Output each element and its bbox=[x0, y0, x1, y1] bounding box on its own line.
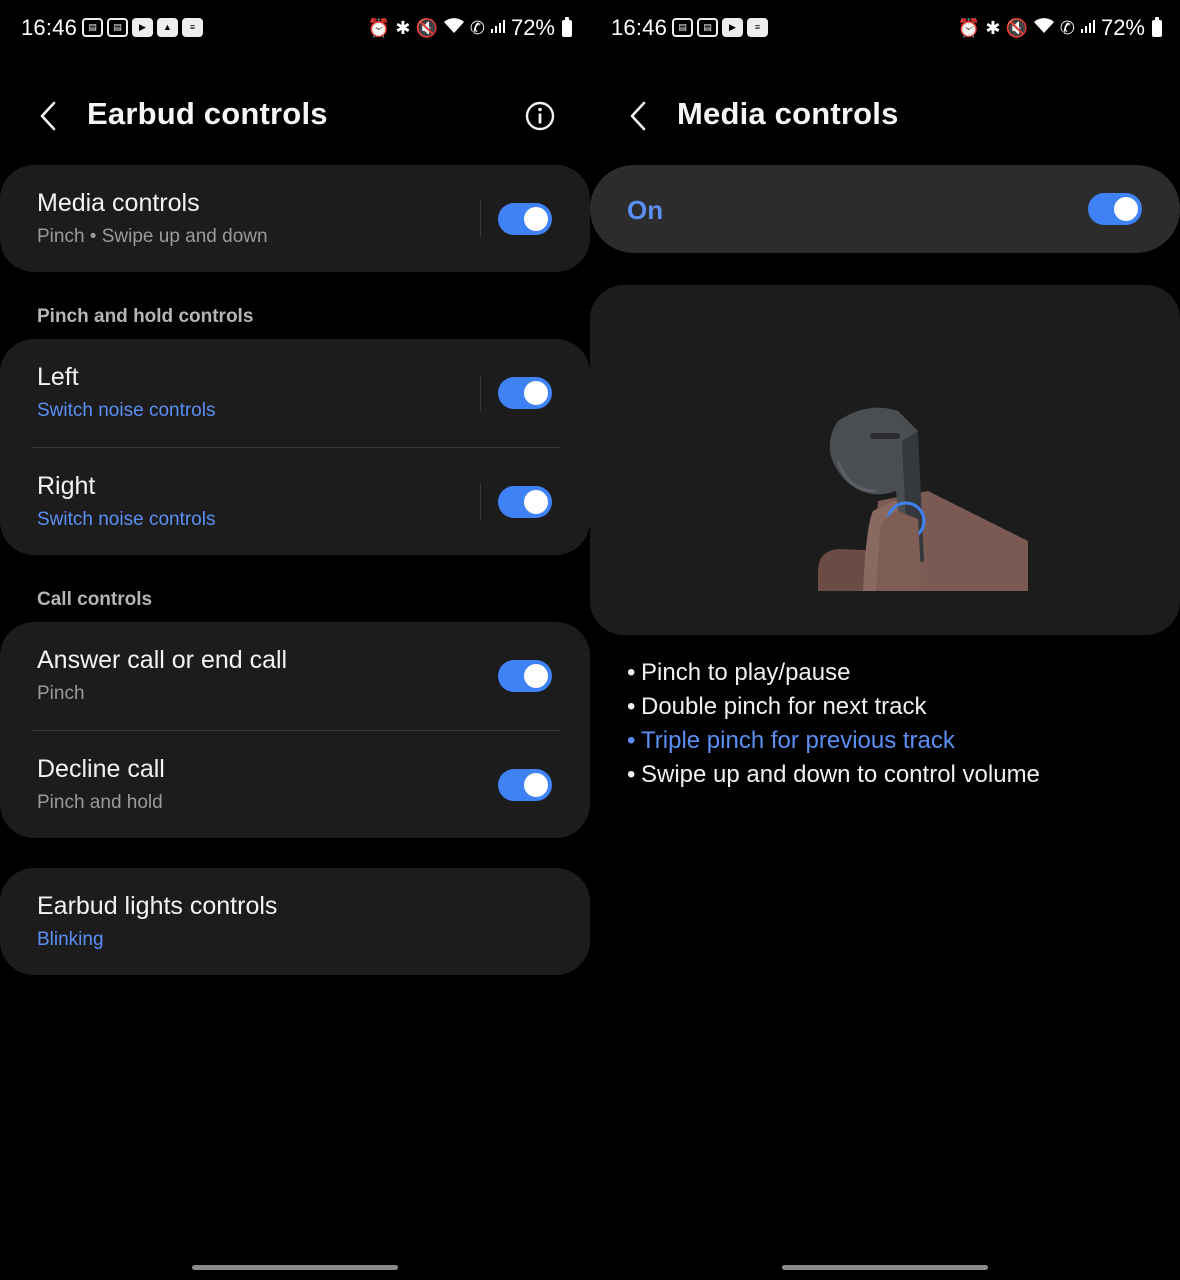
youtube-icon: ▶ bbox=[132, 18, 153, 37]
decline-call-row[interactable]: Decline call Pinch and hold bbox=[0, 731, 590, 839]
master-switch-toggle[interactable] bbox=[1088, 193, 1142, 225]
mute-icon: 🔇 bbox=[1005, 17, 1028, 38]
answer-call-gesture: Pinch bbox=[37, 683, 85, 704]
wifi-calling-icon: ✆ bbox=[469, 17, 485, 38]
media-controls-row[interactable]: Media controls Pinch • Swipe up and down bbox=[0, 165, 590, 273]
bluetooth-icon: ✱ bbox=[395, 17, 411, 38]
back-button[interactable] bbox=[30, 96, 66, 136]
app-icon: ▤ bbox=[697, 18, 718, 37]
master-switch-label: On bbox=[627, 195, 664, 225]
right-earbud-row[interactable]: Right Switch noise controls bbox=[0, 448, 590, 556]
notification-icons: ▤ ▤ ▶ ≡ bbox=[672, 18, 768, 37]
gesture-illustration-card bbox=[590, 285, 1180, 635]
instruction-next-track: • Double pinch for next track bbox=[627, 693, 927, 720]
status-bar: 16:46 ▤ ▤ ▶ ≡ ⏰ ✱ 🔇 ✆ 72% bbox=[590, 12, 1180, 46]
vertical-divider bbox=[480, 484, 481, 520]
home-indicator[interactable] bbox=[782, 1265, 988, 1270]
decline-call-gesture: Pinch and hold bbox=[37, 792, 163, 813]
status-time: 16:46 bbox=[21, 15, 78, 40]
master-switch-bar[interactable]: On bbox=[590, 165, 1180, 253]
header: Media controls bbox=[590, 80, 1180, 152]
app-icon: ▤ bbox=[107, 18, 128, 37]
toggle-knob bbox=[524, 773, 548, 797]
system-icons: ⏰ ✱ 🔇 ✆ 72% bbox=[958, 15, 1162, 41]
notification-icons: ▤ ▤ ▶ ▲ ≡ bbox=[82, 18, 203, 37]
signal-icon bbox=[1080, 18, 1096, 39]
left-label: Left bbox=[37, 363, 79, 391]
battery-icon bbox=[1152, 16, 1162, 37]
alarm-icon: ⏰ bbox=[957, 17, 981, 38]
toggle-knob bbox=[1114, 197, 1138, 221]
instruction-play-pause: • Pinch to play/pause bbox=[627, 659, 851, 686]
status-bar: 16:46 ▤ ▤ ▶ ▲ ≡ ⏰ ✱ 🔇 ✆ 72% bbox=[0, 12, 590, 46]
battery-percent: 72% bbox=[510, 15, 555, 40]
info-icon bbox=[525, 101, 555, 131]
info-button[interactable] bbox=[524, 100, 556, 132]
bluetooth-icon: ✱ bbox=[985, 17, 1001, 38]
toggle-knob bbox=[524, 207, 548, 231]
earbud-pinch-illustration bbox=[818, 407, 1028, 591]
right-label: Right bbox=[37, 472, 96, 500]
youtube-icon: ▶ bbox=[722, 18, 743, 37]
call-controls-section-title: Call controls bbox=[37, 589, 153, 610]
back-button[interactable] bbox=[620, 96, 656, 136]
earbud-controls-screen: 16:46 ▤ ▤ ▶ ▲ ≡ ⏰ ✱ 🔇 ✆ 72% Earbud contr… bbox=[0, 0, 590, 1280]
wifi-calling-icon: ✆ bbox=[1059, 17, 1075, 38]
signal-icon bbox=[490, 18, 506, 39]
call-controls-card: Answer call or end call Pinch Decline ca… bbox=[0, 622, 590, 838]
battery-percent: 72% bbox=[1100, 15, 1145, 40]
media-controls-screen: 16:46 ▤ ▤ ▶ ≡ ⏰ ✱ 🔇 ✆ 72% Media controls bbox=[590, 0, 1180, 1280]
toggle-knob bbox=[524, 664, 548, 688]
answer-call-row[interactable]: Answer call or end call Pinch bbox=[0, 622, 590, 730]
answer-call-toggle[interactable] bbox=[498, 660, 552, 692]
toggle-knob bbox=[524, 381, 548, 405]
wifi-icon bbox=[443, 17, 465, 40]
back-arrow-icon bbox=[40, 101, 56, 131]
media-controls-toggle[interactable] bbox=[498, 203, 552, 235]
app-icon: ▤ bbox=[82, 18, 103, 37]
decline-call-label: Decline call bbox=[37, 755, 165, 783]
status-time: 16:46 bbox=[611, 15, 668, 40]
instruction-volume: • Swipe up and down to control volume bbox=[627, 761, 1040, 788]
system-icons: ⏰ ✱ 🔇 ✆ 72% bbox=[368, 15, 572, 41]
pinch-hold-card: Left Switch noise controls Right Switch … bbox=[0, 339, 590, 555]
media-controls-card[interactable]: Media controls Pinch • Swipe up and down bbox=[0, 165, 590, 272]
header: Earbud controls bbox=[0, 80, 590, 152]
app-icon: ▤ bbox=[672, 18, 693, 37]
vertical-divider bbox=[480, 375, 481, 411]
toggle-knob bbox=[524, 490, 548, 514]
home-indicator[interactable] bbox=[192, 1265, 398, 1270]
page-title: Earbud controls bbox=[87, 96, 328, 131]
left-toggle[interactable] bbox=[498, 377, 552, 409]
left-action: Switch noise controls bbox=[37, 400, 216, 421]
page-title: Media controls bbox=[677, 96, 899, 131]
news-icon: ≡ bbox=[182, 18, 203, 37]
answer-call-label: Answer call or end call bbox=[37, 646, 288, 674]
right-action: Switch noise controls bbox=[37, 509, 216, 530]
mute-icon: 🔇 bbox=[415, 17, 438, 38]
battery-icon bbox=[562, 16, 572, 37]
alarm-icon: ⏰ bbox=[367, 17, 391, 38]
pinch-hold-section-title: Pinch and hold controls bbox=[37, 306, 254, 327]
news-icon: ≡ bbox=[747, 18, 768, 37]
decline-call-toggle[interactable] bbox=[498, 769, 552, 801]
right-toggle[interactable] bbox=[498, 486, 552, 518]
gallery-icon: ▲ bbox=[157, 18, 178, 37]
wifi-icon bbox=[1033, 17, 1055, 40]
media-controls-summary: Pinch • Swipe up and down bbox=[37, 226, 268, 247]
earbud-lights-row[interactable]: Earbud lights controls Blinking bbox=[0, 868, 590, 976]
left-earbud-row[interactable]: Left Switch noise controls bbox=[0, 339, 590, 447]
instruction-previous-track: • Triple pinch for previous track bbox=[627, 727, 955, 754]
earbud-lights-card[interactable]: Earbud lights controls Blinking bbox=[0, 868, 590, 975]
earbud-lights-label: Earbud lights controls bbox=[37, 892, 278, 920]
media-controls-label: Media controls bbox=[37, 189, 200, 217]
vertical-divider bbox=[480, 201, 481, 237]
gesture-instructions: • Pinch to play/pause • Double pinch for n… bbox=[627, 656, 1040, 792]
back-arrow-icon bbox=[630, 101, 646, 131]
earbud-lights-value: Blinking bbox=[37, 929, 104, 950]
